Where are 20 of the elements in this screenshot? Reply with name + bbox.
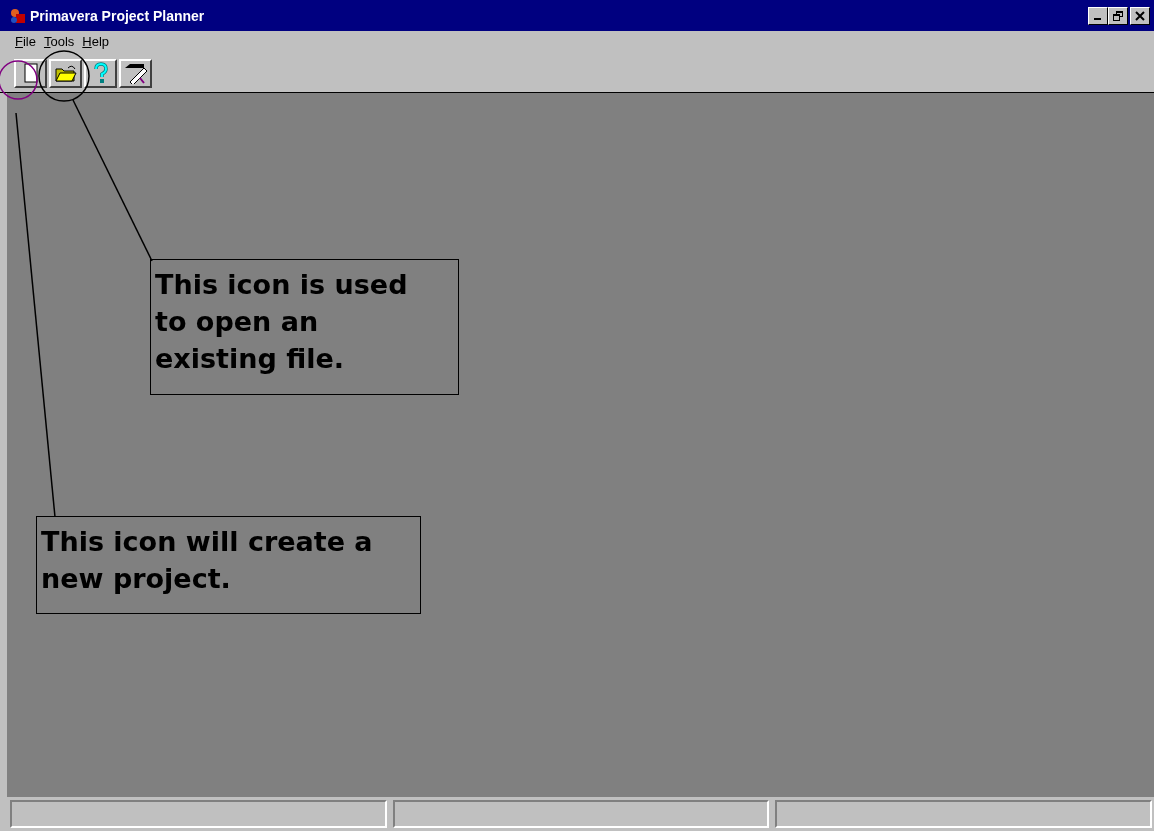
blank-page-icon (23, 63, 38, 83)
diploma-button[interactable] (119, 58, 152, 88)
menu-item[interactable]: Help (82, 34, 110, 49)
question-mark-icon (92, 62, 109, 84)
menu-item[interactable]: File (15, 34, 36, 49)
restore-icon (1113, 10, 1123, 21)
window-title: Primavera Project Planner (30, 7, 206, 24)
open-folder-button[interactable] (49, 58, 82, 88)
folder-icon (53, 63, 78, 83)
app-icon (10, 7, 26, 24)
close-icon (1135, 10, 1145, 21)
close-button[interactable] (1130, 6, 1150, 25)
callout-box: This icon is used to open an existing file. (150, 259, 459, 395)
minimize-button[interactable] (1088, 6, 1108, 25)
minimize-icon (1093, 18, 1101, 20)
help-button[interactable] (84, 58, 117, 88)
menu-item[interactable]: Tools (43, 34, 75, 49)
restore-button[interactable] (1108, 6, 1128, 25)
callout-box: This icon will create a new project. (36, 516, 421, 614)
diploma-icon (123, 62, 148, 84)
